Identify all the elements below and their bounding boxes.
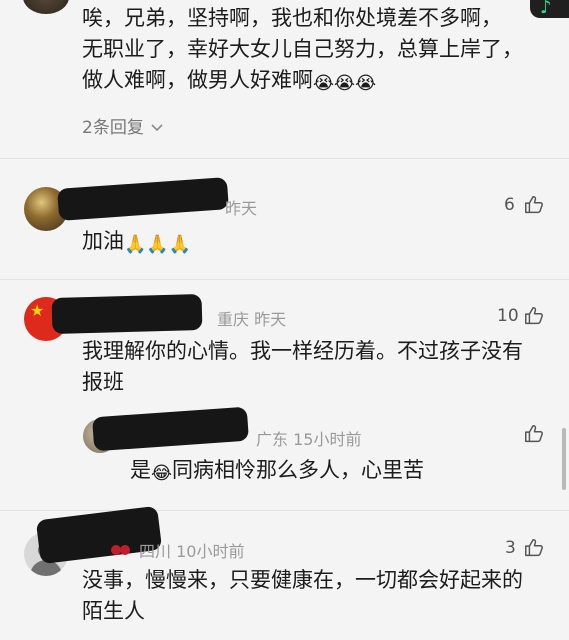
thumbs-up-icon[interactable] bbox=[523, 305, 545, 327]
comment-meta: 重庆 昨天 bbox=[217, 310, 287, 329]
redacted-username bbox=[51, 294, 203, 334]
scrollbar[interactable] bbox=[562, 428, 566, 490]
music-widget[interactable]: ♪ bbox=[530, 0, 569, 18]
divider bbox=[0, 510, 569, 511]
comment-text: 加油🙏🙏🙏 bbox=[82, 226, 191, 260]
divider bbox=[0, 158, 569, 159]
thumbs-up-icon[interactable] bbox=[523, 423, 545, 445]
comment-text: 唉，兄弟，坚持啊，我也和你处境差不多啊， 无职业了，幸好大女儿自己努力，总算上岸… bbox=[82, 3, 523, 99]
redacted-username bbox=[57, 177, 229, 221]
replies-toggle[interactable]: 2条回复 bbox=[82, 113, 163, 138]
reply-text: 是😂同病相怜那么多人，心里苦 bbox=[130, 455, 424, 489]
pray-emoji: 🙏🙏🙏 bbox=[124, 234, 192, 255]
laughing-emoji: 😂 bbox=[151, 463, 173, 484]
music-note-icon: ♪ bbox=[540, 0, 552, 18]
comment-text: 我理解你的心情。我一样经历着。不过孩子没有 报班 bbox=[82, 339, 523, 394]
divider bbox=[0, 279, 569, 280]
comment-meta: 四川 10小时前 bbox=[139, 542, 245, 561]
star-icon: ★ bbox=[30, 301, 45, 320]
crying-emoji: 😭😭😭 bbox=[313, 73, 377, 94]
comment-text: 没事，慢慢来，只要健康在，一切都会好起来的 陌生人 bbox=[82, 568, 523, 623]
thumbs-up-icon[interactable] bbox=[523, 537, 545, 559]
cherry-icon bbox=[111, 545, 130, 555]
like-count: 10 bbox=[497, 306, 519, 326]
thumbs-up-icon[interactable] bbox=[523, 194, 545, 216]
reply-meta: 广东 15小时前 bbox=[256, 430, 362, 449]
like-count: 6 bbox=[504, 195, 515, 215]
comment-meta: 昨天 bbox=[225, 199, 258, 218]
chevron-down-icon bbox=[151, 124, 163, 132]
redacted-username bbox=[92, 406, 249, 452]
like-count: 3 bbox=[505, 538, 516, 558]
avatar[interactable] bbox=[23, 0, 69, 14]
